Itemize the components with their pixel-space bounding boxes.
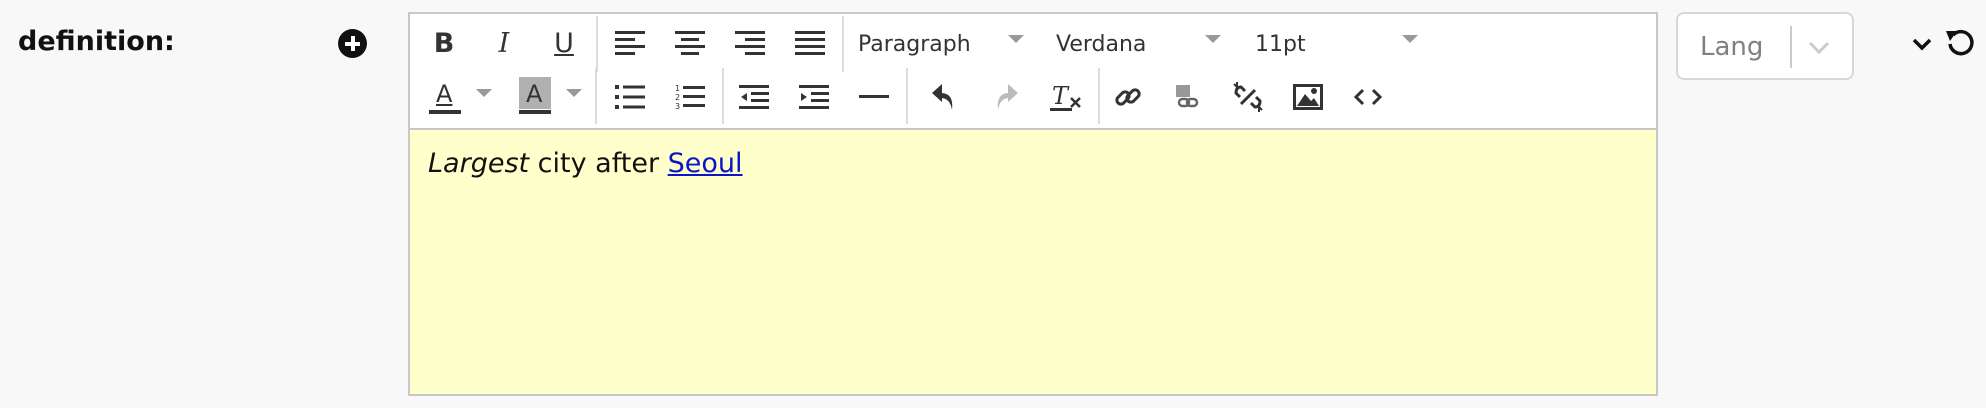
toolbar-separator [596,16,598,72]
font-family-value: Verdana [1056,31,1147,57]
image-icon [1293,84,1323,110]
svg-text:1: 1 [675,84,680,93]
italic-text: Largest [428,148,530,179]
toolbar-separator [842,16,844,72]
toolbar-row-1: B I U Paragraph Verdana 11pt [410,16,1656,72]
underline-icon: U [554,27,574,59]
insert-image-button[interactable] [1284,73,1332,121]
redo-button[interactable] [982,73,1030,121]
svg-text:T: T [1052,83,1070,110]
align-center-icon [675,31,705,55]
align-right-icon [735,31,765,55]
numbered-list-button[interactable]: 1 2 3 [666,73,714,121]
align-left-icon [615,31,645,55]
indent-button[interactable] [790,73,838,121]
editor-content[interactable]: Largest city after Seoul [410,130,1656,394]
add-definition-button[interactable] [338,29,367,58]
lang-separator [1790,26,1792,68]
font-size-dropdown[interactable]: 11pt [1255,24,1415,64]
collapse-chevron-icon[interactable] [1910,33,1934,57]
align-justify-icon [795,31,825,55]
chevron-down-icon [1402,35,1418,43]
anchor-link-icon [1176,85,1199,108]
bold-icon: B [433,27,455,59]
numbered-list-icon: 1 2 3 [675,84,705,111]
clear-formatting-icon: T [1050,83,1081,111]
text-color-button[interactable]: A [418,73,472,121]
text-color-icon: A [429,77,461,117]
italic-button[interactable]: I [480,19,528,67]
link-seoul[interactable]: Seoul [668,148,743,179]
editor-toolbar: B I U Paragraph Verdana 11pt A A 1 2 3 T [410,14,1656,130]
undo-icon [932,84,953,110]
text-color-dropdown-caret[interactable] [476,89,492,97]
font-family-dropdown[interactable]: Verdana [1056,24,1226,64]
plain-text: city after [529,148,668,179]
source-code-button[interactable] [1344,73,1392,121]
rich-text-editor: B I U Paragraph Verdana 11pt A A 1 2 3 T… [408,12,1658,396]
clear-formatting-button[interactable]: T [1042,73,1090,121]
svg-text:2: 2 [675,93,680,102]
align-left-button[interactable] [606,19,654,67]
align-justify-button[interactable] [786,19,834,67]
redo-icon [997,84,1018,110]
block-format-value: Paragraph [858,31,971,57]
toolbar-separator [595,68,597,124]
lang-select[interactable]: Lang [1676,12,1854,80]
insert-link-button[interactable] [1104,73,1152,121]
unlink-button[interactable] [1224,73,1272,121]
background-color-icon: A [519,77,551,117]
insert-anchor-button[interactable] [1164,73,1212,121]
align-right-button[interactable] [726,19,774,67]
reset-icon[interactable] [1944,27,1976,59]
bullet-list-button[interactable] [606,73,654,121]
toolbar-separator [722,68,724,124]
background-color-dropdown-caret[interactable] [566,89,582,97]
undo-button[interactable] [920,73,968,121]
font-size-value: 11pt [1255,31,1306,57]
link-icon [1115,88,1141,106]
chevron-down-icon [1808,41,1830,55]
indent-icon [799,85,829,109]
toolbar-row-2: A A 1 2 3 T [410,68,1656,124]
bold-button[interactable]: B [420,19,468,67]
outdent-icon [739,85,769,109]
italic-icon: I [498,27,510,59]
unlink-icon [1233,82,1263,112]
toolbar-separator [1098,68,1100,124]
horizontal-rule-icon [859,95,889,98]
chevron-down-icon [1205,35,1221,43]
lang-placeholder: Lang [1700,32,1764,62]
underline-button[interactable]: U [540,19,588,67]
align-center-button[interactable] [666,19,714,67]
toolbar-separator [906,68,908,124]
outdent-button[interactable] [730,73,778,121]
background-color-button[interactable]: A [508,73,562,121]
bullet-list-icon [615,85,645,109]
chevron-down-icon [1008,35,1024,43]
horizontal-rule-button[interactable] [850,73,898,121]
block-format-dropdown[interactable]: Paragraph [858,24,1058,64]
field-label: definition: [18,26,175,57]
code-icon [1353,88,1383,106]
svg-text:3: 3 [675,102,680,111]
